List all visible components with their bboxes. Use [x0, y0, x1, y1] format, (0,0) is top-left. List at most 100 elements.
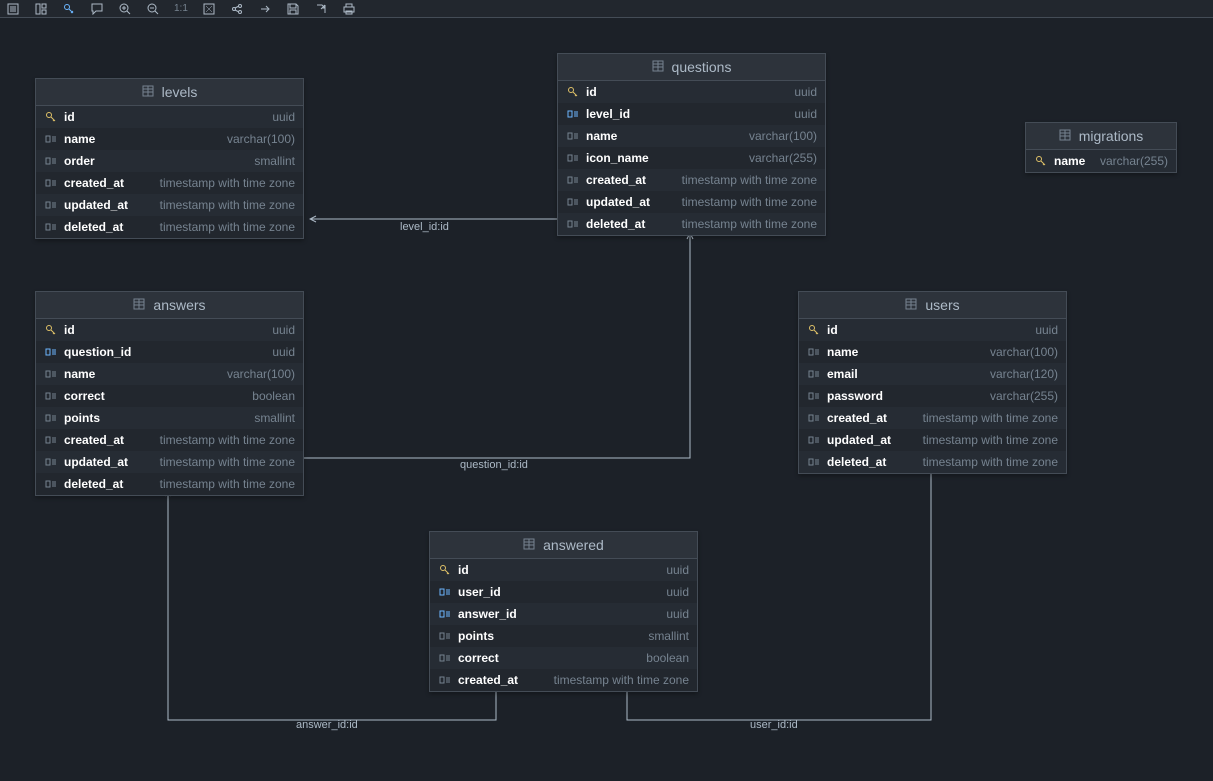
key-icon[interactable] — [62, 2, 76, 16]
column-row[interactable]: deleted_attimestamp with time zone — [799, 451, 1066, 473]
column-icon — [807, 412, 821, 424]
column-row[interactable]: deleted_attimestamp with time zone — [558, 213, 825, 235]
column-row[interactable]: name varchar(255) — [1026, 150, 1176, 172]
column-name: deleted_at — [64, 477, 123, 491]
column-type: uuid — [272, 345, 295, 359]
column-row[interactable]: iduuid — [36, 319, 303, 341]
column-icon — [44, 221, 58, 233]
column-icon — [438, 674, 452, 686]
column-row[interactable]: updated_attimestamp with time zone — [36, 194, 303, 216]
entity-users[interactable]: usersiduuid name varchar(100) emailvarchar(… — [798, 291, 1067, 474]
column-row[interactable]: namevarchar(100) — [36, 128, 303, 150]
layout-icon[interactable] — [34, 2, 48, 16]
column-row[interactable]: ordersmallint — [36, 150, 303, 172]
print-icon[interactable] — [342, 2, 356, 16]
column-type: uuid — [666, 563, 689, 577]
primary-key-icon — [807, 324, 821, 336]
arrow-icon[interactable] — [258, 2, 272, 16]
fit-icon[interactable] — [202, 2, 216, 16]
column-row[interactable]: answer_iduuid — [430, 603, 697, 625]
save-icon[interactable] — [286, 2, 300, 16]
relation-label: question_id:id — [460, 459, 528, 471]
relation-label: answer_id:id — [296, 719, 358, 731]
column-row[interactable]: deleted_attimestamp with time zone — [36, 473, 303, 495]
column-row[interactable]: correctboolean — [430, 647, 697, 669]
export-icon[interactable] — [314, 2, 328, 16]
column-row[interactable]: updated_attimestamp with time zone — [36, 451, 303, 473]
column-name: name — [827, 345, 858, 359]
entity-header[interactable]: users — [799, 292, 1066, 319]
zoom-ratio-button[interactable]: 1:1 — [174, 3, 188, 14]
column-row[interactable]: updated_at timestamp with time zone — [799, 429, 1066, 451]
column-icon — [438, 630, 452, 642]
column-icon — [807, 390, 821, 402]
column-type: timestamp with time zone — [160, 455, 295, 469]
column-row[interactable]: updated_attimestamp with time zone — [558, 191, 825, 213]
entity-answered[interactable]: answerediduuiduser_iduuidanswer_iduuidpo… — [429, 531, 698, 692]
column-row[interactable]: emailvarchar(120) — [799, 363, 1066, 385]
column-type: smallint — [254, 411, 295, 425]
column-name: name — [586, 129, 617, 143]
entity-answers[interactable]: answersiduuidquestion_iduuidnamevarchar(… — [35, 291, 304, 496]
column-type: varchar(255) — [1100, 154, 1168, 168]
column-row[interactable]: namevarchar(100) — [36, 363, 303, 385]
column-row[interactable]: name varchar(100) — [799, 341, 1066, 363]
entity-levels[interactable]: levelsiduuidnamevarchar(100)ordersmallin… — [35, 78, 304, 239]
column-name: name — [1054, 154, 1085, 168]
share-icon[interactable] — [230, 2, 244, 16]
primary-key-icon — [44, 324, 58, 336]
comment-icon[interactable] — [90, 2, 104, 16]
erd-canvas[interactable]: level_id:id question_id:id answer_id:id … — [0, 18, 1213, 781]
column-type: timestamp with time zone — [923, 433, 1058, 447]
entity-questions[interactable]: questions iduuidlevel_iduuidnamevarchar(1… — [557, 53, 826, 236]
table-icon — [905, 298, 917, 313]
zoom-out-icon[interactable] — [146, 2, 160, 16]
column-type: uuid — [794, 107, 817, 121]
foreign-key-icon — [44, 346, 58, 358]
entity-header[interactable]: levels — [36, 79, 303, 106]
column-name: answer_id — [458, 607, 517, 621]
column-row[interactable]: namevarchar(100) — [558, 125, 825, 147]
column-name: order — [64, 154, 95, 168]
column-row[interactable]: pointssmallint — [36, 407, 303, 429]
column-row[interactable]: user_iduuid — [430, 581, 697, 603]
column-name: deleted_at — [827, 455, 886, 469]
column-row[interactable]: pointssmallint — [430, 625, 697, 647]
column-row[interactable]: created_attimestamp with time zone — [799, 407, 1066, 429]
column-row[interactable]: icon_namevarchar(255) — [558, 147, 825, 169]
column-row[interactable]: iduuid — [558, 81, 825, 103]
foreign-key-icon — [566, 108, 580, 120]
column-row[interactable]: created_attimestamp with time zone — [558, 169, 825, 191]
column-type: varchar(120) — [990, 367, 1058, 381]
column-row[interactable]: created_attimestamp with time zone — [36, 172, 303, 194]
entity-header[interactable]: questions — [558, 54, 825, 81]
entity-title: questions — [672, 59, 732, 75]
column-type: uuid — [1035, 323, 1058, 337]
foreign-key-icon — [438, 608, 452, 620]
primary-key-icon — [1034, 155, 1048, 167]
column-name: updated_at — [827, 433, 891, 447]
column-row[interactable]: passwordvarchar(255) — [799, 385, 1066, 407]
entity-header[interactable]: answers — [36, 292, 303, 319]
zoom-in-icon[interactable] — [118, 2, 132, 16]
column-row[interactable]: created_attimestamp with time zone — [430, 669, 697, 691]
column-row[interactable]: deleted_attimestamp with time zone — [36, 216, 303, 238]
entity-header[interactable]: answered — [430, 532, 697, 559]
column-icon — [566, 218, 580, 230]
browse-icon[interactable] — [6, 2, 20, 16]
column-row[interactable]: correctboolean — [36, 385, 303, 407]
column-name: password — [827, 389, 883, 403]
column-type: varchar(100) — [990, 345, 1058, 359]
entity-header[interactable]: migrations — [1026, 123, 1176, 150]
toolbar: 1:1 — [0, 0, 1213, 18]
column-icon — [44, 456, 58, 468]
column-row[interactable]: level_iduuid — [558, 103, 825, 125]
entity-migrations[interactable]: migrations name varchar(255) — [1025, 122, 1177, 173]
column-row[interactable]: iduuid — [36, 106, 303, 128]
column-row[interactable]: question_iduuid — [36, 341, 303, 363]
column-row[interactable]: iduuid — [799, 319, 1066, 341]
column-row[interactable]: created_attimestamp with time zone — [36, 429, 303, 451]
column-icon — [807, 434, 821, 446]
column-icon — [44, 199, 58, 211]
column-row[interactable]: iduuid — [430, 559, 697, 581]
